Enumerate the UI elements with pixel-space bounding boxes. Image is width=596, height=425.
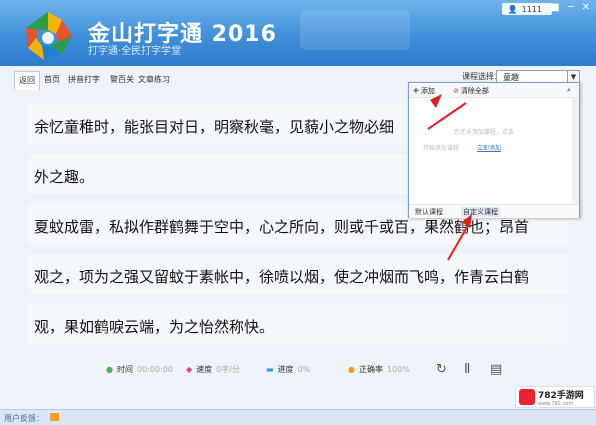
annotation-arrow-add bbox=[427, 102, 467, 130]
annotation-arrows bbox=[427, 94, 472, 261]
annotation-arrow-custom bbox=[447, 221, 471, 261]
annotation-arrow-head-add bbox=[430, 94, 442, 108]
